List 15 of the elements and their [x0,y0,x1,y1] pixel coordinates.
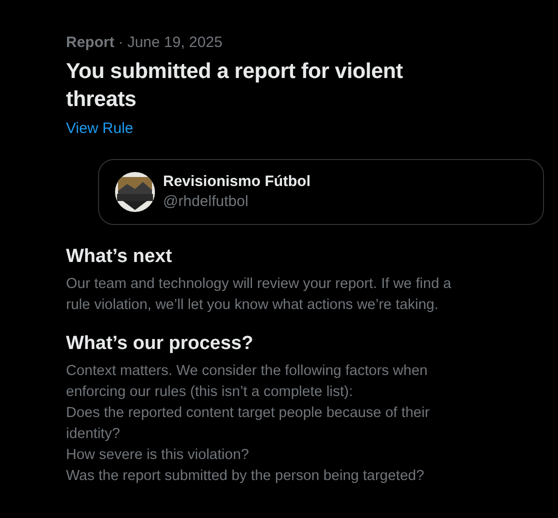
section-text: Was the report submitted by the person being targeted? [66,467,426,486]
section-heading: What’s next [66,245,173,269]
report-label: Report [66,33,114,53]
report-date: June 19, 2025 [127,33,222,53]
section-text: Does the reported content target people because of their identity? [66,404,431,444]
page-title: You submitted a report for violent threats [66,58,404,113]
section-text: How severe is this violation? [66,446,250,465]
section-text: Our team and technology will review your report. If we find a rule violation, we’ll let you know what actions we’re taking. [66,275,452,315]
account-handle: @rhdelfutbol [163,192,250,212]
separator: · [118,33,124,53]
view-rule-link[interactable]: View Rule [66,119,134,139]
account-name: Revisionismo Fútbol [163,172,311,192]
account-card[interactable]: Revisionismo Fútbol @rhdelfutbol [98,159,544,225]
section-text: Context matters. We consider the following factors when enforcing our rules (this isn’t a complete list): [66,362,429,402]
section-heading: What’s our process? [66,332,254,356]
